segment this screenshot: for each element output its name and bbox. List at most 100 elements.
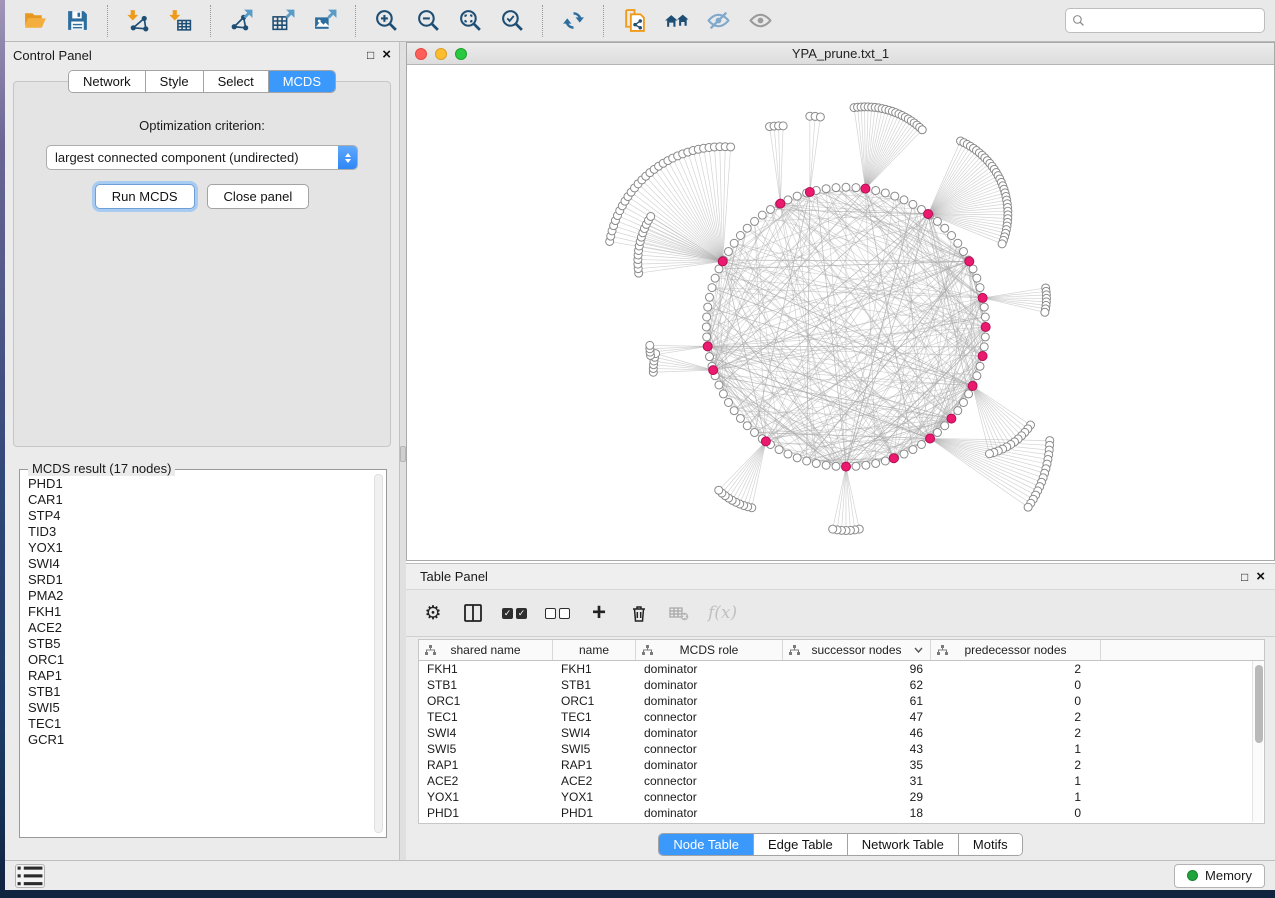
export-table-icon[interactable] — [265, 5, 301, 37]
result-node-gcr1[interactable]: GCR1 — [24, 732, 372, 748]
export-network-icon[interactable] — [223, 5, 259, 37]
result-node-rap1[interactable]: RAP1 — [24, 668, 372, 684]
status-bar: Memory — [5, 860, 1275, 890]
column-header-shared-name[interactable]: shared name — [419, 640, 553, 660]
result-node-phd1[interactable]: PHD1 — [24, 476, 372, 492]
result-node-ace2[interactable]: ACE2 — [24, 620, 372, 636]
result-node-swi5[interactable]: SWI5 — [24, 700, 372, 716]
table-row-fkh1[interactable]: FKH1FKH1dominator962 — [419, 661, 1252, 677]
delete-column-icon[interactable] — [628, 600, 650, 626]
tab-mcds[interactable]: MCDS — [268, 71, 335, 92]
table-settings-gear-icon[interactable]: ⚙ — [422, 600, 444, 626]
toolbar-separator — [603, 5, 604, 37]
memory-status-icon — [1187, 870, 1198, 881]
search-input[interactable] — [1089, 14, 1258, 28]
refresh-icon[interactable] — [555, 5, 591, 37]
float-table-panel-icon[interactable]: □ — [1241, 571, 1248, 583]
result-node-tid3[interactable]: TID3 — [24, 524, 372, 540]
network-window-titlebar[interactable]: YPA_prune.txt_1 — [407, 43, 1274, 65]
create-column-icon[interactable]: + — [588, 600, 610, 626]
vertical-splitter[interactable] — [400, 42, 406, 860]
column-header-mcds-role[interactable]: MCDS role — [636, 640, 783, 660]
show-all-icon[interactable] — [742, 5, 778, 37]
result-node-srd1[interactable]: SRD1 — [24, 572, 372, 588]
result-node-stp4[interactable]: STP4 — [24, 508, 372, 524]
criterion-dropdown[interactable]: largest connected component (undirected) — [46, 145, 358, 170]
show-columns-icon[interactable] — [462, 600, 484, 626]
cell: PHD1 — [419, 805, 553, 821]
table-row-orc1[interactable]: ORC1ORC1dominator610 — [419, 693, 1252, 709]
table-panel-title: Table Panel — [420, 569, 1241, 584]
tab-node-table[interactable]: Node Table — [659, 834, 753, 855]
result-node-car1[interactable]: CAR1 — [24, 492, 372, 508]
cell: dominator — [636, 661, 783, 677]
result-node-tec1[interactable]: TEC1 — [24, 716, 372, 732]
tab-motifs[interactable]: Motifs — [958, 834, 1022, 855]
table-row-rap1[interactable]: RAP1RAP1dominator352 — [419, 757, 1252, 773]
task-history-button[interactable] — [15, 864, 45, 888]
first-neighbors-icon[interactable] — [658, 5, 694, 37]
column-header-predecessor-nodes[interactable]: predecessor nodes — [931, 640, 1101, 660]
table-row-swi5[interactable]: SWI5SWI5connector431 — [419, 741, 1252, 757]
result-node-swi4[interactable]: SWI4 — [24, 556, 372, 572]
cell: 2 — [931, 709, 1089, 725]
toolbar-separator — [542, 5, 543, 37]
result-node-stb5[interactable]: STB5 — [24, 636, 372, 652]
table-row-phd1[interactable]: PHD1PHD1dominator180 — [419, 805, 1252, 821]
splitter-grip[interactable] — [400, 446, 406, 462]
criterion-dropdown-value: largest connected component (undirected) — [47, 150, 338, 165]
select-all-columns-icon[interactable]: ✓✓ — [502, 600, 527, 626]
zoom-out-icon[interactable] — [410, 5, 446, 37]
table-row-yox1[interactable]: YOX1YOX1connector291 — [419, 789, 1252, 805]
control-panel: Control Panel □ × NetworkStyleSelectMCDS… — [5, 42, 400, 860]
zoom-selected-icon[interactable] — [494, 5, 530, 37]
import-network-icon[interactable] — [120, 5, 156, 37]
import-table-icon[interactable] — [162, 5, 198, 37]
column-header-name[interactable]: name — [553, 640, 636, 660]
zoom-in-icon[interactable] — [368, 5, 404, 37]
table-row-stb1[interactable]: STB1STB1dominator620 — [419, 677, 1252, 693]
search-box[interactable] — [1065, 8, 1265, 33]
memory-button[interactable]: Memory — [1174, 864, 1265, 888]
result-node-orc1[interactable]: ORC1 — [24, 652, 372, 668]
network-canvas[interactable] — [407, 65, 1274, 560]
result-node-pma2[interactable]: PMA2 — [24, 588, 372, 604]
close-panel-button[interactable]: Close panel — [207, 184, 310, 209]
unselect-all-columns-icon[interactable] — [545, 600, 570, 626]
result-node-fkh1[interactable]: FKH1 — [24, 604, 372, 620]
tab-style[interactable]: Style — [145, 71, 203, 92]
result-node-stb1[interactable]: STB1 — [24, 684, 372, 700]
table-scrollbar-thumb[interactable] — [1255, 665, 1263, 743]
float-panel-icon[interactable]: □ — [367, 49, 374, 61]
tab-edge-table[interactable]: Edge Table — [753, 834, 847, 855]
open-file-icon[interactable] — [17, 5, 53, 37]
tab-network[interactable]: Network — [69, 71, 145, 92]
table-scrollbar[interactable] — [1252, 661, 1263, 822]
tab-network-table[interactable]: Network Table — [847, 834, 958, 855]
column-header-successor-nodes[interactable]: successor nodes — [783, 640, 931, 660]
run-mcds-button[interactable]: Run MCDS — [95, 184, 195, 209]
mcds-result-box: MCDS result (17 nodes) PHD1CAR1STP4TID3Y… — [19, 469, 387, 838]
close-panel-icon[interactable]: × — [382, 49, 391, 61]
table-row-swi4[interactable]: SWI4SWI4dominator462 — [419, 725, 1252, 741]
control-panel-tabs: NetworkStyleSelectMCDS — [5, 70, 399, 93]
cell: TEC1 — [419, 709, 553, 725]
export-image-icon[interactable] — [307, 5, 343, 37]
cell: 61 — [783, 693, 931, 709]
tab-select[interactable]: Select — [203, 71, 268, 92]
save-session-icon[interactable] — [59, 5, 95, 37]
hide-selected-icon[interactable] — [700, 5, 736, 37]
table-panel: Table Panel □ × ⚙ ✓✓ + f — [406, 563, 1275, 860]
close-table-panel-icon[interactable]: × — [1256, 571, 1265, 583]
cell: TEC1 — [553, 709, 636, 725]
result-node-yox1[interactable]: YOX1 — [24, 540, 372, 556]
cell: dominator — [636, 677, 783, 693]
control-panel-title: Control Panel — [13, 48, 367, 63]
zoom-fit-icon[interactable] — [452, 5, 488, 37]
table-row-ace2[interactable]: ACE2ACE2connector311 — [419, 773, 1252, 789]
result-scrollbar[interactable] — [374, 474, 383, 833]
duplicate-network-icon[interactable] — [616, 5, 652, 37]
table-row-tec1[interactable]: TEC1TEC1connector472 — [419, 709, 1252, 725]
cell: 31 — [783, 773, 931, 789]
mcds-result-list[interactable]: PHD1CAR1STP4TID3YOX1SWI4SRD1PMA2FKH1ACE2… — [24, 476, 372, 833]
